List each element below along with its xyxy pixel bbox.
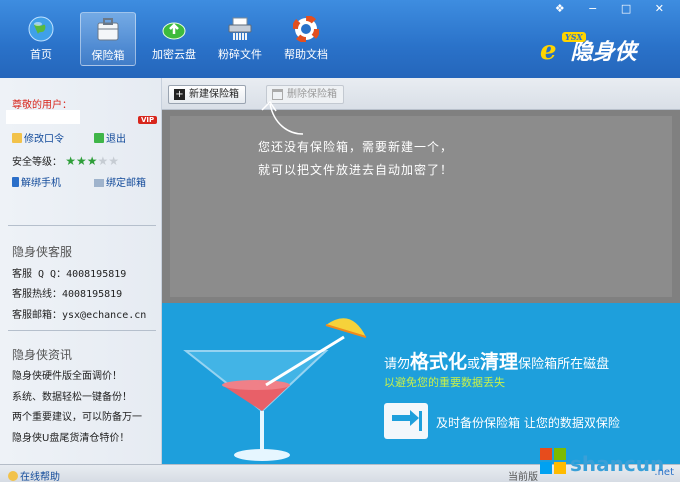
watermark-text: shancun	[570, 452, 665, 476]
nav-safe-box[interactable]: 保险箱	[80, 12, 136, 66]
news-item[interactable]: 两个重要建议，可以防备万一	[12, 408, 142, 423]
globe-icon	[28, 16, 54, 42]
news-item[interactable]: 隐身侠U盘尾货清仓特价！	[12, 429, 129, 444]
email-icon	[94, 179, 104, 187]
watermark-domain: .net	[654, 467, 674, 478]
news-item[interactable]: 系统、数据轻松一键备份！	[12, 388, 132, 403]
safe-box-icon	[97, 18, 119, 41]
online-help-link[interactable]: 在线帮助	[8, 468, 60, 483]
top-bar: ❖ − □ ✕ 首页 保险箱 加密云盘 粉碎文件 帮助文档 e YSX 隐身侠	[0, 0, 680, 78]
nav-help-docs[interactable]: 帮助文档	[278, 12, 334, 66]
window-controls[interactable]: ❖ − □ ✕	[555, 2, 674, 15]
plus-icon: +	[174, 89, 185, 100]
banner-subtitle: 以避免您的重要数据丢失	[384, 376, 505, 389]
phone-icon	[12, 177, 19, 187]
star-filled-icon: ★	[75, 154, 87, 168]
news-item[interactable]: 隐身侠硬件版全面调价！	[12, 367, 122, 382]
nav-shredder-label: 粉碎文件	[218, 48, 262, 61]
safe-list-area: 您还没有保险箱，需要新建一个， 就可以把文件放进去自动加密了！	[162, 100, 680, 303]
site-watermark: shancun .net	[538, 440, 678, 480]
backup-icon	[384, 403, 428, 439]
folder-lock-icon	[12, 133, 22, 143]
service-hotline: 客服热线：4008195819	[12, 289, 123, 300]
star-empty-icon: ★	[97, 154, 109, 168]
star-filled-icon: ★	[65, 154, 76, 168]
service-title: 隐身侠客服	[12, 245, 73, 259]
empty-hint-line-1: 您还没有保险箱，需要新建一个，	[258, 140, 454, 154]
bulb-icon	[8, 471, 18, 481]
unbind-phone-link[interactable]: 解绑手机	[12, 174, 61, 189]
divider	[8, 330, 156, 331]
new-safe-button[interactable]: + 新建保险箱	[168, 85, 246, 104]
empty-hint-line-2: 就可以把文件放进去自动加密了！	[258, 163, 454, 177]
star-empty-icon: ★	[108, 154, 120, 168]
logout-icon	[94, 133, 104, 143]
nav-shredder[interactable]: 粉碎文件	[212, 12, 268, 66]
service-email: 客服邮箱：ysx@echance.cn	[12, 310, 147, 321]
backup-message: 及时备份保险箱 让您的数据双保险	[436, 416, 620, 430]
nav-help-docs-label: 帮助文档	[284, 48, 328, 61]
nav-cloud-disk[interactable]: 加密云盘	[146, 12, 202, 66]
cocktail-glass-illustration	[183, 318, 367, 461]
toolbar: + 新建保险箱 删除保险箱	[162, 78, 680, 110]
nav-home-label: 首页	[30, 48, 52, 61]
bind-email-link[interactable]: 绑定邮箱	[94, 174, 146, 189]
security-rating: ★★★★★	[65, 154, 120, 168]
security-level-row: 安全等级： ★★★★★	[12, 154, 120, 168]
news-title: 隐身侠资讯	[12, 348, 73, 362]
star-filled-icon: ★	[86, 154, 98, 168]
nav-cloud-disk-label: 加密云盘	[152, 48, 196, 61]
safe-list-panel: 您还没有保险箱，需要新建一个， 就可以把文件放进去自动加密了！	[170, 100, 672, 297]
version-label: 当前版	[508, 472, 538, 483]
app-logo: e YSX 隐身侠	[540, 32, 637, 66]
shredder-icon	[228, 17, 252, 40]
service-qq: 客服 Q Q：4008195819	[12, 269, 127, 280]
logout-link[interactable]: 退出	[94, 130, 126, 145]
nav-home[interactable]: 首页	[13, 12, 69, 66]
cloud-upload-icon	[162, 22, 186, 40]
arrow-pointer-icon	[261, 100, 304, 135]
divider	[8, 225, 156, 226]
banner-warning: 请勿格式化或清理保险箱所在磁盘	[384, 351, 610, 373]
change-password-link[interactable]: 修改口令	[12, 130, 64, 145]
nav-safe-box-label: 保险箱	[91, 49, 125, 62]
username-redacted	[6, 110, 80, 124]
lifebuoy-icon	[293, 16, 319, 42]
vip-badge: VIP	[138, 116, 158, 124]
greeting-text: 尊敬的用户：	[12, 100, 72, 111]
